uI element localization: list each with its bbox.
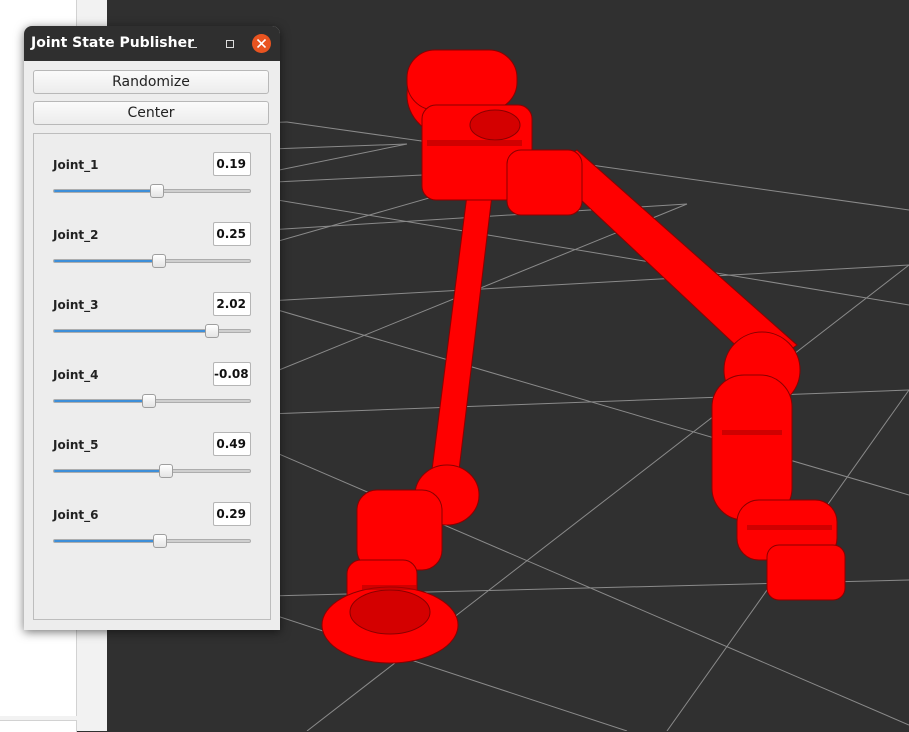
slider-handle[interactable] <box>152 534 167 548</box>
window-title: Joint State Publisher <box>31 35 194 51</box>
maximize-button[interactable] <box>220 34 240 54</box>
joint-slider[interactable] <box>53 254 251 268</box>
close-button[interactable] <box>252 34 271 53</box>
joint-slider[interactable] <box>53 324 251 338</box>
joint-value-field[interactable]: 0.25 <box>213 222 251 246</box>
slider-handle[interactable] <box>149 184 164 198</box>
joint-label: Joint_6 <box>53 508 99 522</box>
slider-fill <box>54 470 166 472</box>
slider-fill <box>54 330 212 332</box>
randomize-button[interactable]: Randomize <box>33 70 269 94</box>
joint-slider[interactable] <box>53 394 251 408</box>
joint-label: Joint_3 <box>53 298 99 312</box>
joint-value-field[interactable]: 2.02 <box>213 292 251 316</box>
side-panel-footer <box>0 720 77 732</box>
slider-handle[interactable] <box>151 254 166 268</box>
slider-handle[interactable] <box>142 394 157 408</box>
slider-fill <box>54 400 150 402</box>
center-button[interactable]: Center <box>33 101 269 125</box>
joint-value-field[interactable]: 0.29 <box>213 502 251 526</box>
joint-controls-group: Joint_1 0.19 Joint_2 0.25 Joint_3 2.02 J… <box>33 133 271 620</box>
joint-slider[interactable] <box>53 184 251 198</box>
joint-slider[interactable] <box>53 534 251 548</box>
joint-value-field[interactable]: 0.19 <box>213 152 251 176</box>
joint-value-field[interactable]: -0.08 <box>213 362 251 386</box>
joint-label: Joint_5 <box>53 438 99 452</box>
minimize-button[interactable] <box>184 34 204 54</box>
joint-slider[interactable] <box>53 464 251 478</box>
joint-label: Joint_4 <box>53 368 99 382</box>
joint-label: Joint_2 <box>53 228 99 242</box>
slider-handle[interactable] <box>204 324 219 338</box>
robot-arm <box>321 49 846 664</box>
close-icon <box>257 39 266 48</box>
joint-state-publisher-window: Joint State Publisher Randomize Center J… <box>24 26 280 630</box>
slider-fill <box>54 190 157 192</box>
slider-fill <box>54 540 160 542</box>
joint-label: Joint_1 <box>53 158 99 172</box>
slider-fill <box>54 260 159 262</box>
slider-handle[interactable] <box>158 464 173 478</box>
joint-value-field[interactable]: 0.49 <box>213 432 251 456</box>
title-bar[interactable]: Joint State Publisher <box>24 26 280 61</box>
